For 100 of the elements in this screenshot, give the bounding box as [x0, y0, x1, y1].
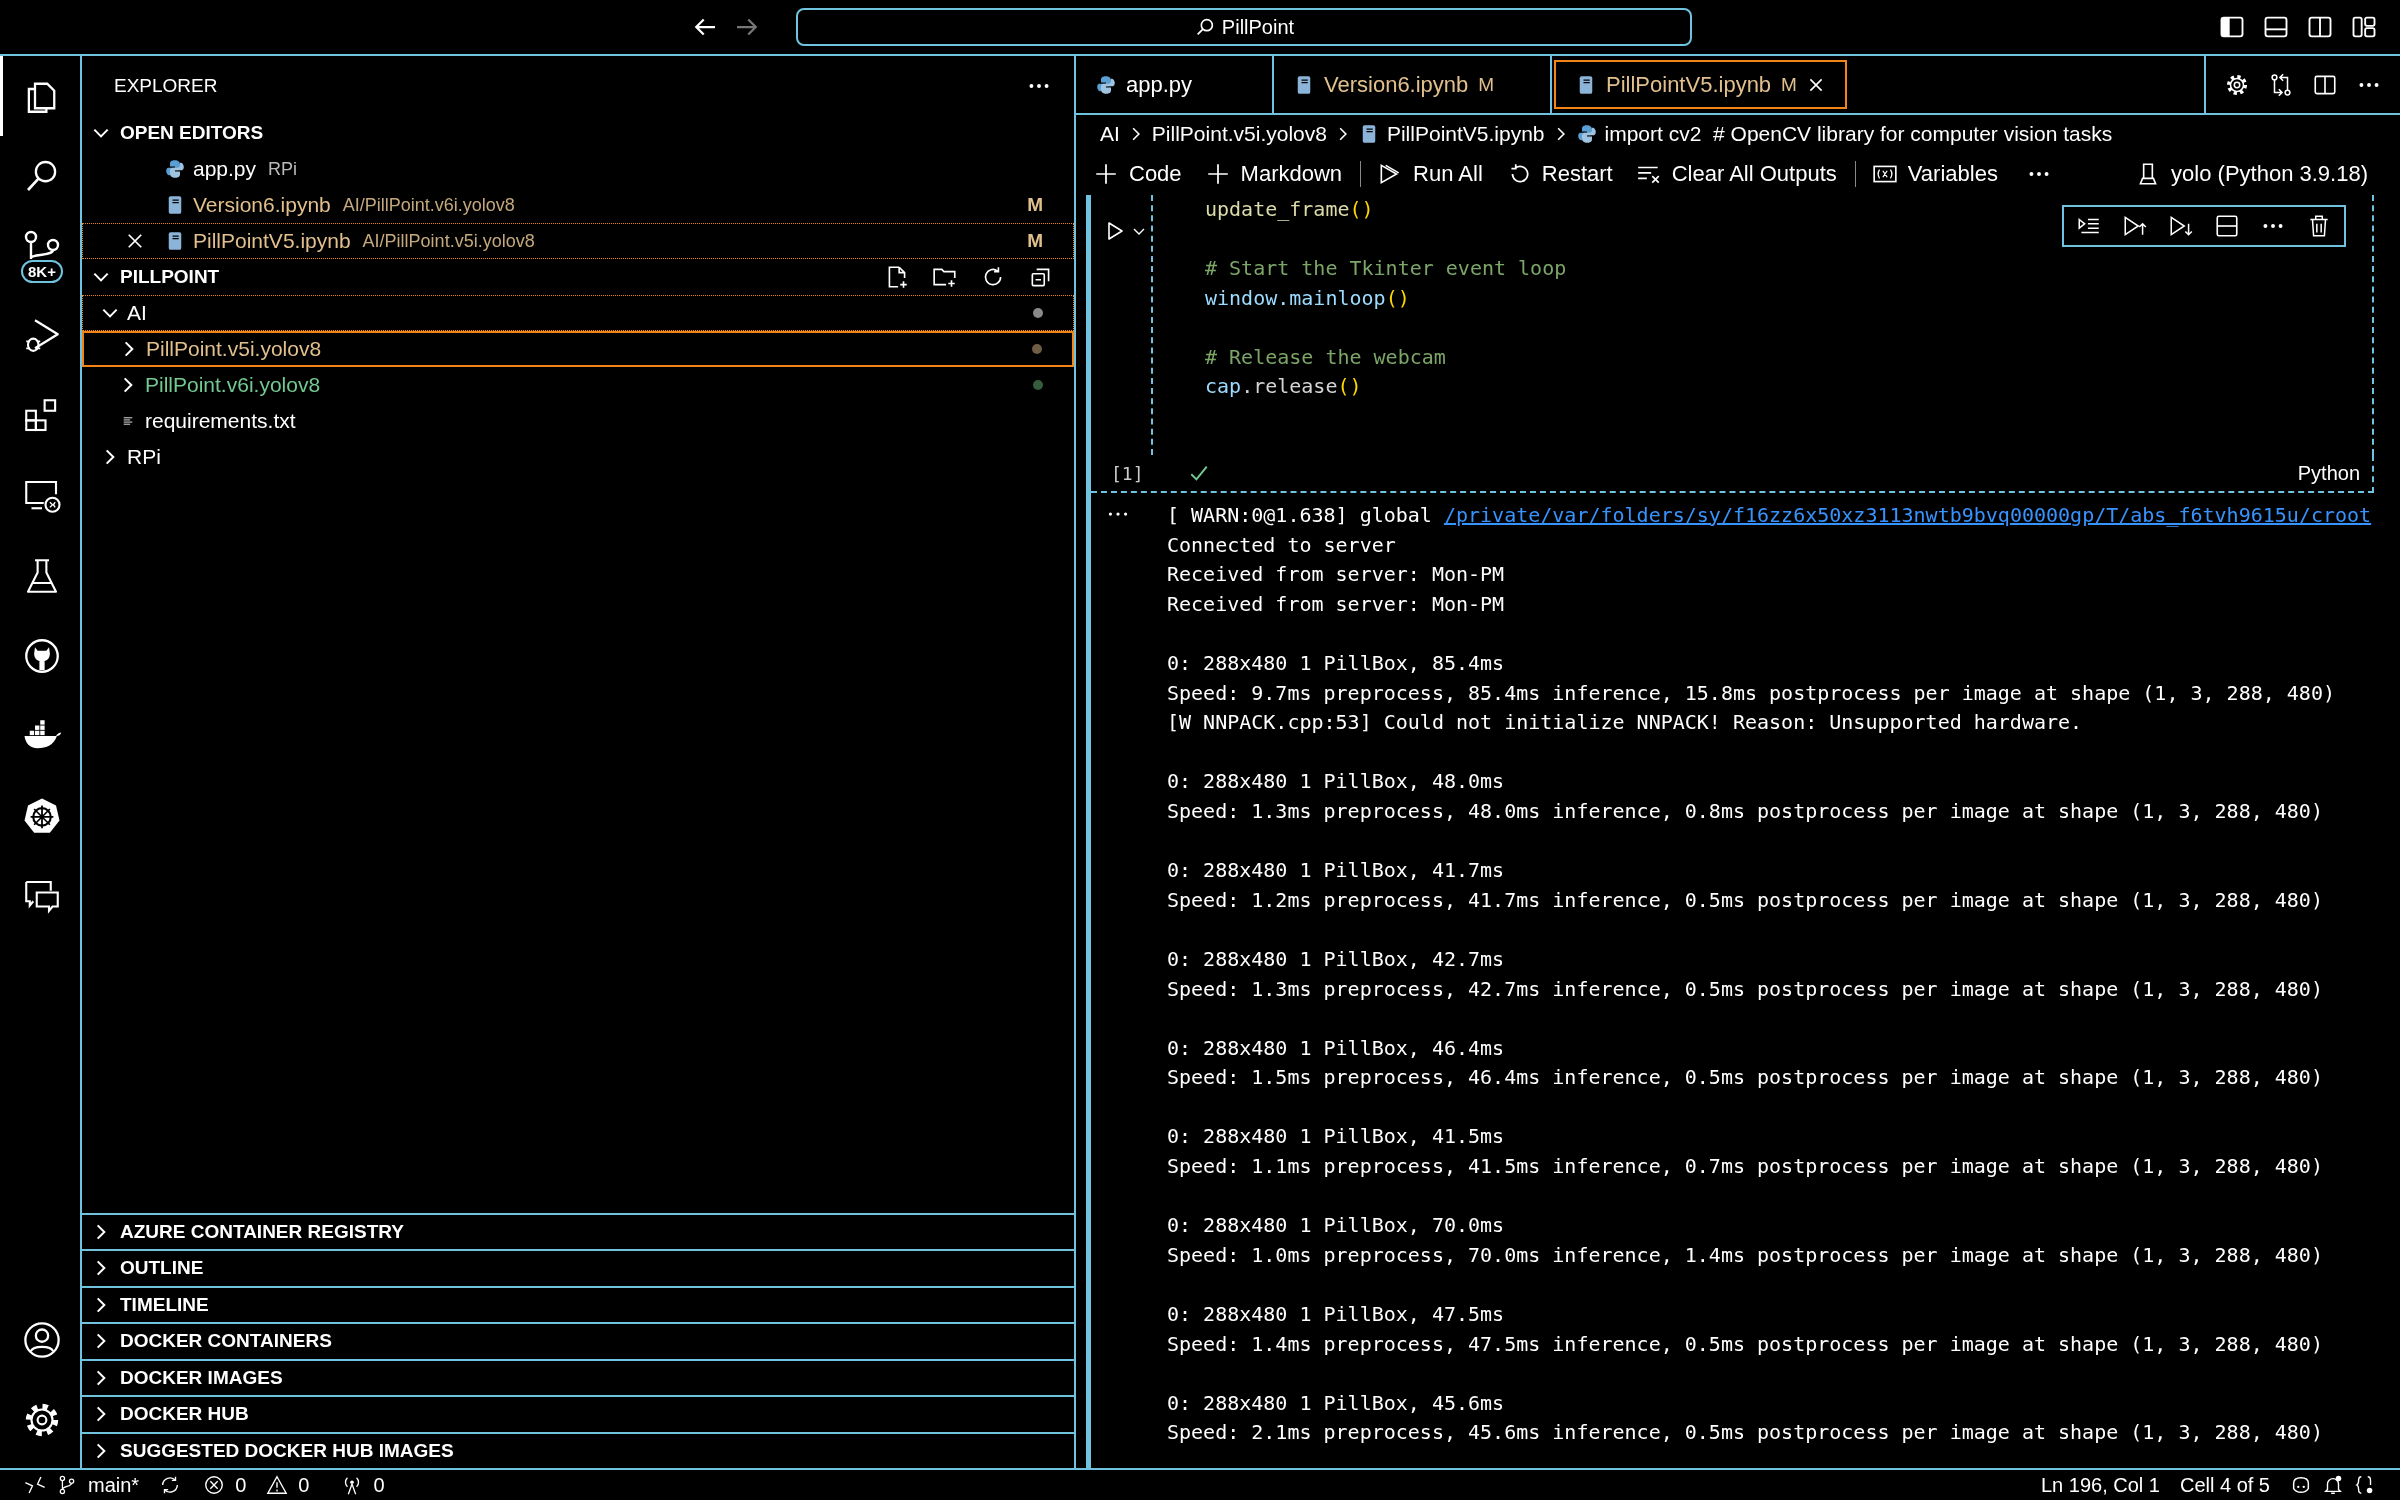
- branch-status[interactable]: main*: [88, 1473, 140, 1497]
- panel-header[interactable]: AZURE CONTAINER REGISTRY: [82, 1212, 1074, 1249]
- close-icon[interactable]: [125, 231, 145, 251]
- chevron-right-icon: [1556, 127, 1565, 141]
- toolbar-button[interactable]: Clear All Outputs: [1671, 161, 1837, 187]
- editor-tab[interactable]: app.py: [1076, 56, 1274, 113]
- editor-tab[interactable]: Version6.ipynb M: [1274, 56, 1552, 113]
- tree-item[interactable]: PillPoint.v6i.yolov8: [82, 367, 1074, 403]
- panel-header[interactable]: TIMELINE: [82, 1285, 1074, 1322]
- plus-icon[interactable]: [1093, 161, 1119, 187]
- kernel-picker[interactable]: yolo (Python 3.9.18): [2171, 161, 2368, 187]
- output-line: [ WARN:0@1.638] global: [1167, 503, 1433, 527]
- code-line: window.mainloop(): [1205, 285, 1410, 310]
- output-line: 0: 288x480 1 PillBox, 45.6ms: [1167, 1390, 1505, 1415]
- file-name: Version6.ipynb: [193, 193, 331, 217]
- output-line: Speed: 9.7ms preprocess, 85.4ms inference, 15.8ms postprocess per image at shape (1, 3, 288, 480): [1167, 680, 2335, 705]
- ports-count[interactable]: 0: [373, 1473, 385, 1497]
- output-line: Speed: 1.4ms preprocess, 47.5ms inference, 0.5ms postprocess per image at shape (1, 3, 288, 480): [1167, 1331, 2323, 1356]
- warning-icon[interactable]: [266, 1474, 289, 1496]
- code-line: cap.release(): [1205, 374, 1362, 398]
- tree-item[interactable]: requirements.txt: [82, 403, 1074, 439]
- output-line: Speed: 1.5ms preprocess, 46.4ms inference, 0.5ms postprocess per image at shape (1, 3, 288, 480): [1167, 1065, 2323, 1090]
- output-line: 0: 288x480 1 PillBox, 48.0ms: [1167, 769, 1505, 794]
- toolbar-button[interactable]: Run All: [1413, 161, 1483, 187]
- panel-header[interactable]: DOCKER CONTAINERS: [82, 1322, 1074, 1359]
- file-path: AI/PillPoint.v6i.yolov8: [342, 194, 515, 216]
- count-badge: 8K+: [21, 260, 63, 283]
- output-line: Speed: 1.1ms preprocess, 41.5ms inference, 0.7ms postprocess per image at shape (1, 3, 288, 480): [1167, 1154, 2323, 1179]
- output-line: 0: 288x480 1 PillBox, 42.7ms: [1167, 946, 1505, 971]
- modified-indicator: M: [1027, 230, 1043, 252]
- cell-position[interactable]: Cell 4 of 5: [2179, 1473, 2270, 1497]
- bell-icon[interactable]: [2322, 1474, 2344, 1496]
- file-name: PillPointV5.ipynb: [193, 229, 351, 253]
- file-name: app.py: [193, 157, 257, 181]
- output-line: 0: 288x480 1 PillBox, 85.4ms: [1167, 650, 1505, 675]
- branch-icon: [23, 230, 60, 262]
- output-line: Received from server: Mon-PM: [1167, 591, 1505, 616]
- copilot-icon[interactable]: [2290, 1474, 2312, 1496]
- panel-header[interactable]: DOCKER HUB: [82, 1395, 1074, 1432]
- breadcrumb-item[interactable]: AI: [1100, 122, 1120, 146]
- cursor-position[interactable]: Ln 196, Col 1: [2040, 1473, 2160, 1497]
- output-line: 0: 288x480 1 PillBox, 46.4ms: [1167, 1035, 1505, 1060]
- tree-item[interactable]: RPi: [82, 439, 1074, 475]
- output-line: Speed: 1.3ms preprocess, 42.7ms inference, 0.5ms postprocess per image at shape (1, 3, 288, 480): [1167, 976, 2323, 1001]
- chevron-down-icon[interactable]: [93, 272, 109, 282]
- breadcrumb-item[interactable]: import cv2 # OpenCV library for computer vision tasks: [1604, 122, 2113, 146]
- output-line: Received from server: Mon-PM: [1167, 562, 1505, 587]
- editor-tab[interactable]: PillPointV5.ipynb M: [1554, 60, 1847, 109]
- run-below-icon[interactable]: [2168, 213, 2194, 239]
- explorer-title: EXPLORER: [114, 74, 218, 97]
- activity-bar-item[interactable]: 8K+: [0, 216, 80, 296]
- file-path-link[interactable]: /private/var/folders/sy/f16zz6x50xz3113nwtb9bvq00000gp/T/abs_f6tvh9615u/croot: [1443, 503, 2372, 527]
- error-icon[interactable]: [203, 1474, 226, 1496]
- command-center-search[interactable]: PillPoint: [796, 8, 1692, 46]
- output-line: [W NNPACK.cpp:53] Could not initialize NNPACK! Reason: Unsupported hardware.: [1167, 710, 2083, 735]
- tree-item[interactable]: PillPoint.v5i.yolov8: [82, 331, 1074, 367]
- open-editors-header[interactable]: OPEN EDITORS: [82, 115, 1074, 151]
- code-line: # Start the Tkinter event loop: [1205, 256, 1567, 280]
- output-line: 0: 288x480 1 PillBox, 47.5ms: [1167, 1302, 1505, 1327]
- error-count[interactable]: 0: [235, 1473, 247, 1497]
- file-path: RPi: [268, 158, 298, 180]
- language-label[interactable]: Python: [2297, 461, 2372, 485]
- project-header[interactable]: PILLPOINT: [120, 266, 220, 288]
- output-line: Connected to server: [1167, 532, 1396, 557]
- compare-changes-icon[interactable]: [2268, 71, 2294, 98]
- output-line: 0: 288x480 1 PillBox, 41.7ms: [1167, 858, 1505, 883]
- panel-header[interactable]: SUGGESTED DOCKER HUB IMAGES: [82, 1431, 1074, 1468]
- python-icon: [165, 159, 185, 179]
- breadcrumb-item[interactable]: PillPoint.v5i.yolov8: [1151, 122, 1327, 146]
- toolbar-button[interactable]: Restart: [1541, 161, 1613, 187]
- chevron-down-icon[interactable]: [1133, 227, 1145, 235]
- python-icon: [1096, 74, 1116, 95]
- file-path: AI/PillPoint.v5i.yolov8: [362, 230, 535, 252]
- chevron-right-icon: [1131, 127, 1140, 141]
- tree-item[interactable]: AI: [82, 295, 1074, 331]
- output-line: 0: 288x480 1 PillBox, 41.5ms: [1167, 1124, 1505, 1149]
- remote-icon[interactable]: [24, 1474, 46, 1496]
- warning-count[interactable]: 0: [298, 1473, 310, 1497]
- open-editor-item[interactable]: app.py RPi: [82, 151, 1074, 187]
- output-line: Speed: 2.1ms preprocess, 45.6ms inference, 0.5ms postprocess per image at shape (1, 3, 288, 480): [1167, 1420, 2323, 1445]
- chevron-right-icon: [1338, 127, 1347, 141]
- open-editor-item[interactable]: Version6.ipynb AI/PillPoint.v6i.yolov8 M: [82, 187, 1074, 223]
- toolbar-button[interactable]: Markdown: [1240, 161, 1343, 187]
- output-line: Speed: 1.0ms preprocess, 70.0ms inference, 1.4ms postprocess per image at shape (1, 3, 288, 480): [1167, 1242, 2323, 1267]
- split-cell-icon[interactable]: [2214, 213, 2240, 239]
- toolbar-button[interactable]: Variables: [1907, 161, 1998, 187]
- execution-count: [1]: [1111, 462, 1144, 484]
- code-line: # Release the webcam: [1205, 344, 1446, 369]
- code-line: update_frame(): [1205, 197, 1374, 221]
- output-line: Speed: 1.3ms preprocess, 48.0ms inference, 0.8ms postprocess per image at shape (1, 3, 288, 480): [1167, 798, 2323, 823]
- python-icon: [1576, 124, 1597, 144]
- modified-indicator: M: [1027, 194, 1043, 216]
- output-line: 0: 288x480 1 PillBox, 70.0ms: [1167, 1213, 1505, 1238]
- breadcrumb-item[interactable]: PillPointV5.ipynb: [1386, 122, 1545, 146]
- panel-header[interactable]: DOCKER IMAGES: [82, 1358, 1074, 1395]
- panel-header[interactable]: OUTLINE: [82, 1249, 1074, 1286]
- output-line: Speed: 1.2ms preprocess, 41.7ms inference, 0.5ms postprocess per image at shape (1, 3, 288, 480): [1167, 887, 2323, 912]
- toolbar-button[interactable]: Code: [1129, 161, 1182, 187]
- run-above-icon[interactable]: [2122, 213, 2148, 239]
- open-editor-item[interactable]: PillPointV5.ipynb AI/PillPoint.v5i.yolov8 M: [82, 223, 1074, 259]
